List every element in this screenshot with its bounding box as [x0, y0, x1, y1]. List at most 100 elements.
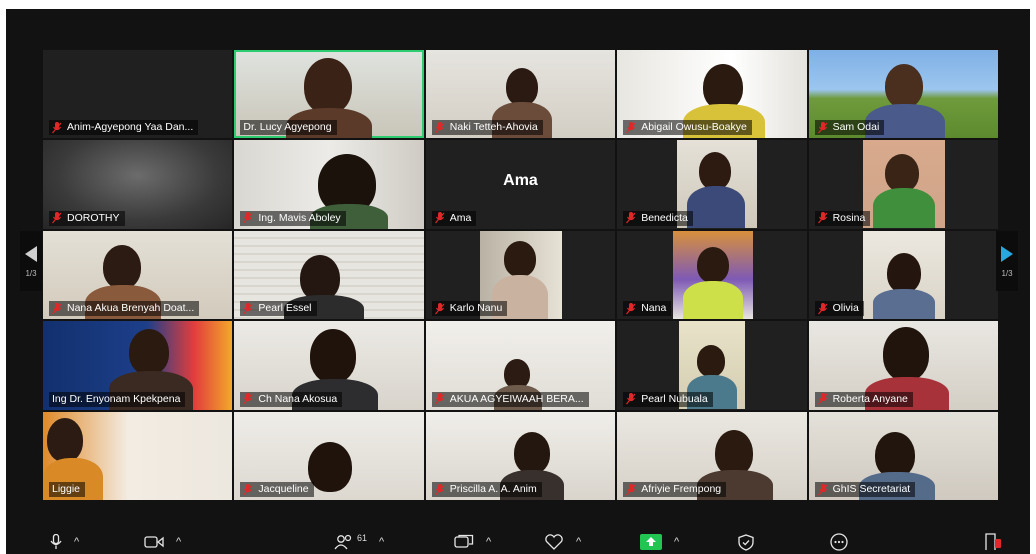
participant-tile[interactable]: Ing. Mavis Aboley — [234, 140, 424, 229]
video-camera-icon — [144, 536, 164, 548]
mic-muted-icon — [626, 483, 636, 495]
participant-tile[interactable]: Pearl Essel — [234, 230, 424, 320]
participant-name-tag: Karlo Nanu — [431, 301, 508, 317]
participant-tile[interactable]: Sam Odai — [808, 50, 998, 139]
participant-body — [872, 288, 935, 319]
participant-name: Ing Dr. Enyonam Kpekpena — [52, 392, 181, 405]
participant-name: Liggie — [52, 483, 81, 495]
participant-tile[interactable]: Karlo Nanu — [425, 230, 616, 320]
participant-face — [308, 441, 353, 492]
mic-muted-icon — [626, 121, 636, 134]
chevron-right-icon — [1001, 245, 1013, 262]
participant-tile[interactable]: GhIS Secretariat — [808, 411, 998, 500]
mic-muted-icon — [434, 483, 445, 495]
participant-name: Roberta Anyane — [832, 392, 908, 405]
participant-name: GhIS Secretariat — [832, 483, 911, 495]
security-button[interactable] — [738, 533, 754, 551]
participant-face — [697, 246, 730, 283]
mic-muted-icon — [626, 393, 636, 405]
participant-face — [129, 329, 169, 376]
meeting-toolbar: ^ ^ 61 ^ ^ ^ ^ — [6, 530, 1030, 554]
participant-tile[interactable]: Ch Nana Akosua — [234, 321, 424, 410]
participant-name-tag: Naki Tetteh-Ahovia — [431, 120, 543, 136]
participant-video — [862, 230, 945, 319]
mic-muted-icon — [243, 212, 253, 224]
participant-face — [513, 431, 550, 474]
participant-name: Pearl Essel — [258, 302, 312, 315]
participant-tile[interactable]: Olivia — [808, 230, 998, 320]
meeting-window: Anim-Agyepong Yaa Dan... Dr. Lucy Agyepo… — [6, 9, 1030, 554]
mic-muted-icon — [817, 393, 828, 405]
audio-options-caret[interactable]: ^ — [74, 536, 79, 548]
participant-tile[interactable]: Rosina — [808, 140, 998, 229]
participant-tile[interactable]: Pearl Nubuala — [617, 321, 807, 410]
participant-name-tag: Priscilla A. A. Anim — [431, 482, 542, 497]
more-button[interactable] — [830, 533, 848, 551]
participant-body — [687, 186, 746, 229]
participant-tile[interactable]: Benedicta — [617, 140, 807, 229]
participants-options-caret[interactable]: ^ — [379, 536, 384, 548]
participant-tile[interactable]: AKUA AGYEIWAAH BERA... — [425, 321, 616, 410]
participant-tile[interactable]: Nana — [617, 230, 807, 320]
participant-tile[interactable]: Roberta Anyane — [808, 321, 998, 410]
participant-name: Benedicta — [641, 211, 688, 224]
participants-icon — [334, 534, 352, 550]
leave-button[interactable] — [984, 533, 1002, 551]
share-options-caret[interactable]: ^ — [674, 536, 679, 548]
participant-video — [673, 230, 754, 319]
participant-name-tag: Nana Akua Brenyah Doat... — [49, 301, 200, 317]
mic-muted-icon — [52, 212, 62, 224]
next-page-button[interactable]: 1/3 — [996, 231, 1018, 291]
chat-icon — [454, 534, 474, 548]
participant-name-tag: Afriyie Frempong — [623, 482, 727, 497]
participant-name-tag: Olivia — [814, 301, 864, 317]
participant-tile[interactable]: Nana Akua Brenyah Doat... — [43, 230, 233, 320]
participants-button[interactable]: 61 ^ — [334, 533, 384, 551]
reactions-icon — [545, 534, 563, 550]
microphone-icon — [50, 534, 62, 549]
participant-name: Rosina — [832, 211, 866, 224]
participant-name-tag: Rosina — [814, 210, 871, 226]
participant-tile[interactable]: Afriyie Frempong — [617, 411, 807, 500]
participant-tile[interactable]: Priscilla A. A. Anim — [425, 411, 616, 500]
video-options-caret[interactable]: ^ — [176, 536, 181, 548]
participant-tile[interactable]: DOROTHY — [43, 140, 233, 229]
mic-muted-icon — [243, 393, 253, 405]
mic-muted-icon — [434, 393, 445, 405]
participant-tile[interactable]: Dr. Lucy Agyepong — [234, 50, 424, 139]
participant-face — [884, 64, 923, 108]
participant-name-tag: Benedicta — [623, 210, 693, 226]
participant-face — [304, 58, 353, 114]
participant-name-tag: Pearl Essel — [240, 301, 317, 317]
participant-tile[interactable]: Anim-Agyepong Yaa Dan... — [43, 50, 233, 139]
mic-muted-icon — [817, 212, 828, 224]
participant-name-tag: Jacqueline — [240, 482, 314, 497]
chat-button[interactable]: ^ — [454, 533, 491, 551]
previous-page-button[interactable]: 1/3 — [20, 231, 42, 291]
mic-muted-icon — [817, 302, 828, 315]
participant-name: Nana Akua Brenyah Doat... — [67, 302, 195, 315]
reactions-button[interactable]: ^ — [544, 533, 581, 551]
mic-muted-icon — [434, 302, 445, 315]
participant-tile[interactable]: Abigail Owusu-Boakye — [617, 50, 807, 139]
participant-name: AKUA AGYEIWAAH BERA... — [449, 392, 584, 405]
participant-tile[interactable]: Ama Ama — [425, 140, 616, 229]
participant-name: Ing. Mavis Aboley — [258, 211, 341, 224]
share-screen-icon — [640, 534, 662, 550]
participant-name: Priscilla A. A. Anim — [449, 483, 537, 495]
participant-name: Naki Tetteh-Ahovia — [449, 121, 538, 134]
mute-button[interactable]: ^ — [50, 533, 79, 551]
participant-name: Ama — [449, 211, 472, 224]
participant-tile[interactable]: Naki Tetteh-Ahovia — [425, 50, 616, 139]
chat-options-caret[interactable]: ^ — [486, 536, 491, 548]
share-screen-button[interactable]: ^ — [640, 533, 679, 551]
participant-tile[interactable]: Ing Dr. Enyonam Kpekpena — [43, 321, 233, 410]
participant-face — [699, 152, 732, 191]
participant-name-tag: Abigail Owusu-Boakye — [623, 120, 752, 136]
reactions-options-caret[interactable]: ^ — [576, 536, 581, 548]
participant-tile[interactable]: Liggie — [43, 411, 233, 500]
video-button[interactable]: ^ — [144, 533, 181, 551]
participant-tile[interactable]: Jacqueline — [234, 411, 424, 500]
participant-name-tag: Sam Odai — [814, 120, 885, 136]
participant-face — [886, 252, 921, 293]
